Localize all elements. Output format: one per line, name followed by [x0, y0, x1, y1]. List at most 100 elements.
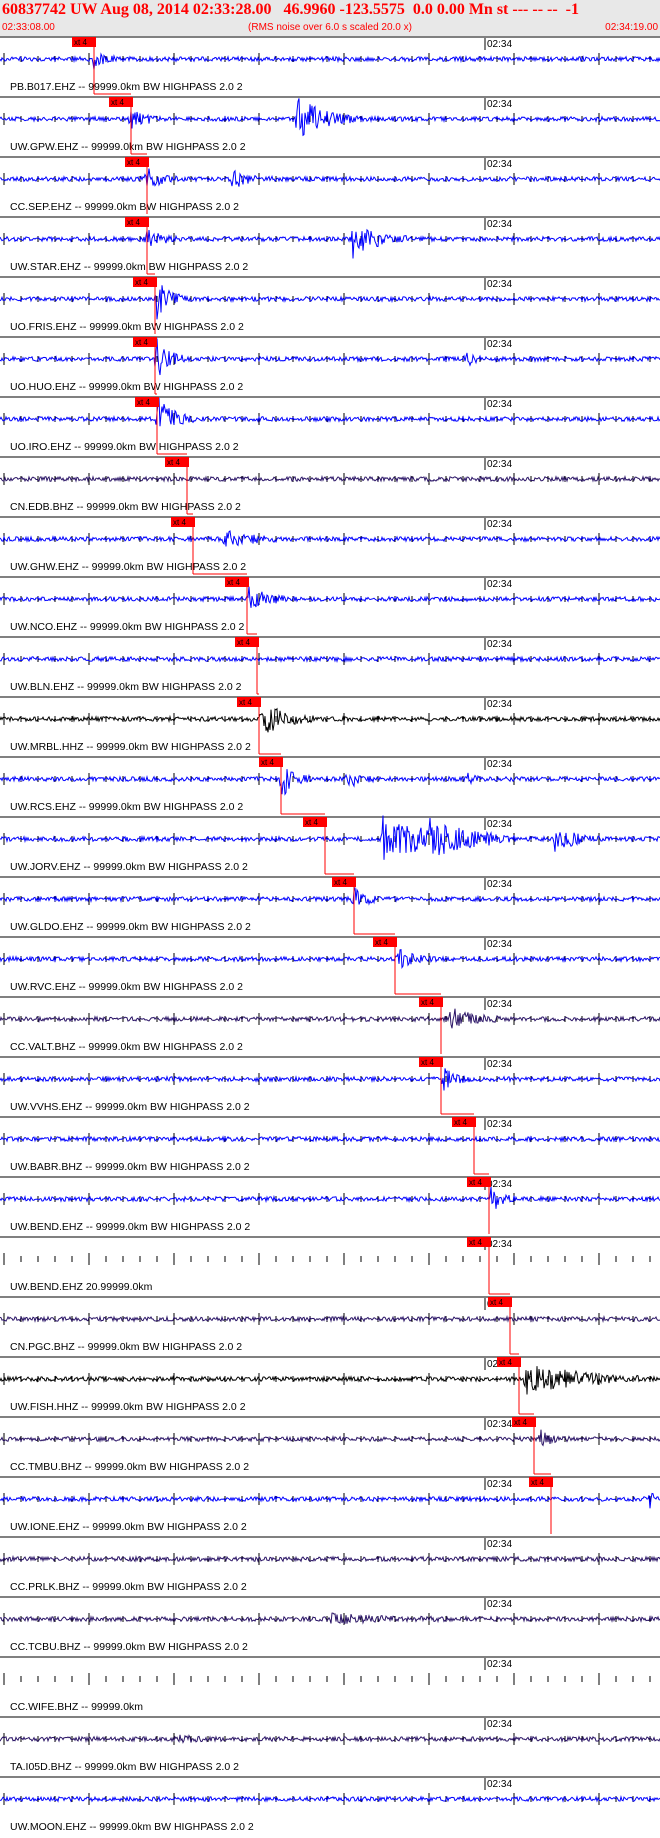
- minute-tick-label: 02:34: [487, 699, 512, 710]
- minute-tick-label: 02:34: [487, 1599, 512, 1610]
- phase-pick: xt 4: [259, 757, 325, 815]
- minute-tick-label: 02:34: [487, 999, 512, 1010]
- channel-label: UW.JORV.EHZ -- 99999.0km BW HIGHPASS 2.0…: [10, 861, 248, 873]
- channel-label: UW.STAR.EHZ -- 99999.0km BW HIGHPASS 2.0…: [10, 261, 248, 273]
- pick-label: xt 4: [127, 158, 140, 167]
- pick-label: xt 4: [239, 698, 252, 707]
- pick-label: xt 4: [454, 1118, 467, 1127]
- waveform-trace: [0, 1366, 660, 1395]
- minute-tick-label: 02:34: [487, 939, 512, 950]
- minute-tick-label: 02:34: [487, 1659, 512, 1670]
- channel-row: 02:34 UW.GPW.EHZ -- 99999.0km BW HIGHPASS…: [0, 96, 660, 153]
- channel-row: 02:34 CC.TMBU.BHZ -- 99999.0km BW HIGHPAS…: [0, 1416, 660, 1473]
- minute-tick-label: 02:34: [487, 1119, 512, 1130]
- waveform-trace: [0, 1492, 660, 1509]
- waveform-trace: [0, 1429, 660, 1447]
- waveform-trace: [0, 1554, 660, 1564]
- waveform-trace: [0, 397, 660, 427]
- pick-label: xt 4: [237, 638, 250, 647]
- waveform-trace: [0, 1186, 660, 1209]
- channel-row: 02:34 UW.GHW.EHZ -- 99999.0km BW HIGHPASS…: [0, 516, 660, 573]
- channel-label: CC.SEP.EHZ -- 99999.0km BW HIGHPASS 2.0 …: [10, 201, 239, 213]
- waveform-trace: [0, 1794, 660, 1804]
- waveform-trace: [0, 228, 660, 259]
- channel-label: UW.RCS.EHZ -- 99999.0km BW HIGHPASS 2.0 …: [10, 801, 243, 813]
- minute-tick-label: 02:34: [487, 39, 512, 50]
- minute-tick-label: 02:34: [487, 1539, 512, 1550]
- minute-tick-label: 02:34: [487, 579, 512, 590]
- phase-pick: xt 4: [529, 1477, 553, 1534]
- channel-row: 02:34 UW.NCO.EHZ -- 99999.0km BW HIGHPASS…: [0, 576, 660, 633]
- phase-pick: xt 4: [303, 817, 354, 875]
- pick-label: xt 4: [531, 1478, 544, 1487]
- channel-label: UW.FISH.HHZ -- 99999.0km BW HIGHPASS 2.0…: [10, 1401, 246, 1413]
- channel-row: 02:34 UW.BABR.BHZ -- 99999.0km BW HIGHPAS…: [0, 1116, 660, 1173]
- channel-row: 02:34UW.FISH.HHZ -- 99999.0km BW HIGHPAS…: [0, 1356, 660, 1413]
- phase-pick: xt 4: [467, 1177, 491, 1234]
- pick-label: xt 4: [334, 878, 347, 887]
- pick-label: xt 4: [305, 818, 318, 827]
- channel-row: 02:34 PB.B017.EHZ -- 99999.0km BW HIGHPAS…: [0, 36, 660, 93]
- channel-label: UW.BEND.EHZ 20.99999.0km: [10, 1281, 153, 1293]
- channel-row: 02:34 CC.VALT.BHZ -- 99999.0km BW HIGHPAS…: [0, 996, 660, 1053]
- pick-label: xt 4: [261, 758, 274, 767]
- minute-tick-label: 02:34: [487, 459, 512, 470]
- channel-label: PB.B017.EHZ -- 99999.0km BW HIGHPASS 2.0…: [10, 81, 243, 93]
- plot-header: 60837742 UW Aug 08, 2014 02:33:28.00 46.…: [0, 0, 660, 36]
- channel-label: CC.PRLK.BHZ -- 99999.0km BW HIGHPASS 2.0…: [10, 1581, 247, 1593]
- channel-row: 02:34 UW.JORV.EHZ -- 99999.0km BW HIGHPAS…: [0, 815, 660, 873]
- channel-row: 02:34 CN.EDB.BHZ -- 99999.0km BW HIGHPASS…: [0, 456, 660, 513]
- pick-label: xt 4: [167, 458, 180, 467]
- waveform-trace: [0, 1008, 660, 1029]
- channel-label: UW.VVHS.EHZ -- 99999.0km BW HIGHPASS 2.0…: [10, 1101, 250, 1113]
- channel-label: UW.BEND.EHZ -- 99999.0km BW HIGHPASS 2.0…: [10, 1221, 250, 1233]
- waveform-trace: [0, 815, 660, 860]
- waveform-trace: [0, 474, 660, 483]
- waveform-trace: [0, 707, 660, 733]
- waveform-trace: [0, 338, 660, 376]
- pick-label: xt 4: [421, 1058, 434, 1067]
- channel-row: 02:34 CC.WIFE.BHZ -- 99999.0km: [0, 1656, 660, 1713]
- phase-pick: xt 4: [332, 877, 395, 935]
- channel-label: UW.GPW.EHZ -- 99999.0km BW HIGHPASS 2.0 …: [10, 141, 246, 153]
- pick-label: xt 4: [135, 278, 148, 287]
- pick-label: xt 4: [173, 518, 186, 527]
- channel-row: 02:34 UO.FRIS.EHZ -- 99999.0km BW HIGHPAS…: [0, 276, 660, 333]
- waveform-trace: [0, 168, 660, 187]
- minute-tick-label: 02:34: [487, 159, 512, 170]
- pick-label: xt 4: [74, 38, 87, 47]
- pick-label: xt 4: [137, 398, 150, 407]
- pick-label: xt 4: [514, 1418, 527, 1427]
- phase-pick: xt 4: [373, 937, 441, 995]
- waveform-trace: [0, 530, 660, 547]
- pick-label: xt 4: [469, 1238, 482, 1247]
- channel-row: 02:34 CC.SEP.EHZ -- 99999.0km BW HIGHPASS…: [0, 156, 660, 213]
- channel-label: UW.RVC.EHZ -- 99999.0km BW HIGHPASS 2.0 …: [10, 981, 243, 993]
- phase-pick: xt 4: [512, 1417, 551, 1475]
- channel-label: CC.VALT.BHZ -- 99999.0km BW HIGHPASS 2.0…: [10, 1041, 243, 1053]
- channel-row: 02:34 UW.RCS.EHZ -- 99999.0km BW HIGHPASS…: [0, 756, 660, 813]
- channel-label: UW.IONE.EHZ -- 99999.0km BW HIGHPASS 2.0…: [10, 1521, 247, 1533]
- minute-tick-label: 02:34: [487, 759, 512, 770]
- channel-label: CC.TMBU.BHZ -- 99999.0km BW HIGHPASS 2.0…: [10, 1461, 249, 1473]
- waveform-trace: [0, 98, 660, 137]
- minute-tick-label: 02:34: [487, 279, 512, 290]
- phase-pick: xt 4: [452, 1117, 489, 1175]
- pick-label: xt 4: [375, 938, 388, 947]
- channel-label: UW.NCO.EHZ -- 99999.0km BW HIGHPASS 2.0 …: [10, 621, 245, 633]
- phase-pick: xt 4: [419, 1057, 474, 1115]
- minute-tick-label: 02:34: [487, 1479, 512, 1490]
- waveform-trace: [0, 1734, 660, 1744]
- waveform-trace: [0, 1134, 660, 1143]
- waveform-trace: [0, 1314, 660, 1323]
- pick-label: xt 4: [421, 998, 434, 1007]
- channel-label: UW.GHW.EHZ -- 99999.0km BW HIGHPASS 2.0 …: [10, 561, 246, 573]
- waveform-trace: [0, 1068, 660, 1091]
- channel-label: CC.WIFE.BHZ -- 99999.0km: [10, 1701, 143, 1713]
- waveform-trace: [0, 1612, 660, 1625]
- waveform-trace: [0, 52, 660, 70]
- phase-pick: xt 4: [488, 1297, 519, 1355]
- pick-label: xt 4: [469, 1178, 482, 1187]
- channel-row: 02:34 UW.VVHS.EHZ -- 99999.0km BW HIGHPAS…: [0, 1056, 660, 1113]
- channel-label: CN.EDB.BHZ -- 99999.0km BW HIGHPASS 2.0 …: [10, 501, 241, 513]
